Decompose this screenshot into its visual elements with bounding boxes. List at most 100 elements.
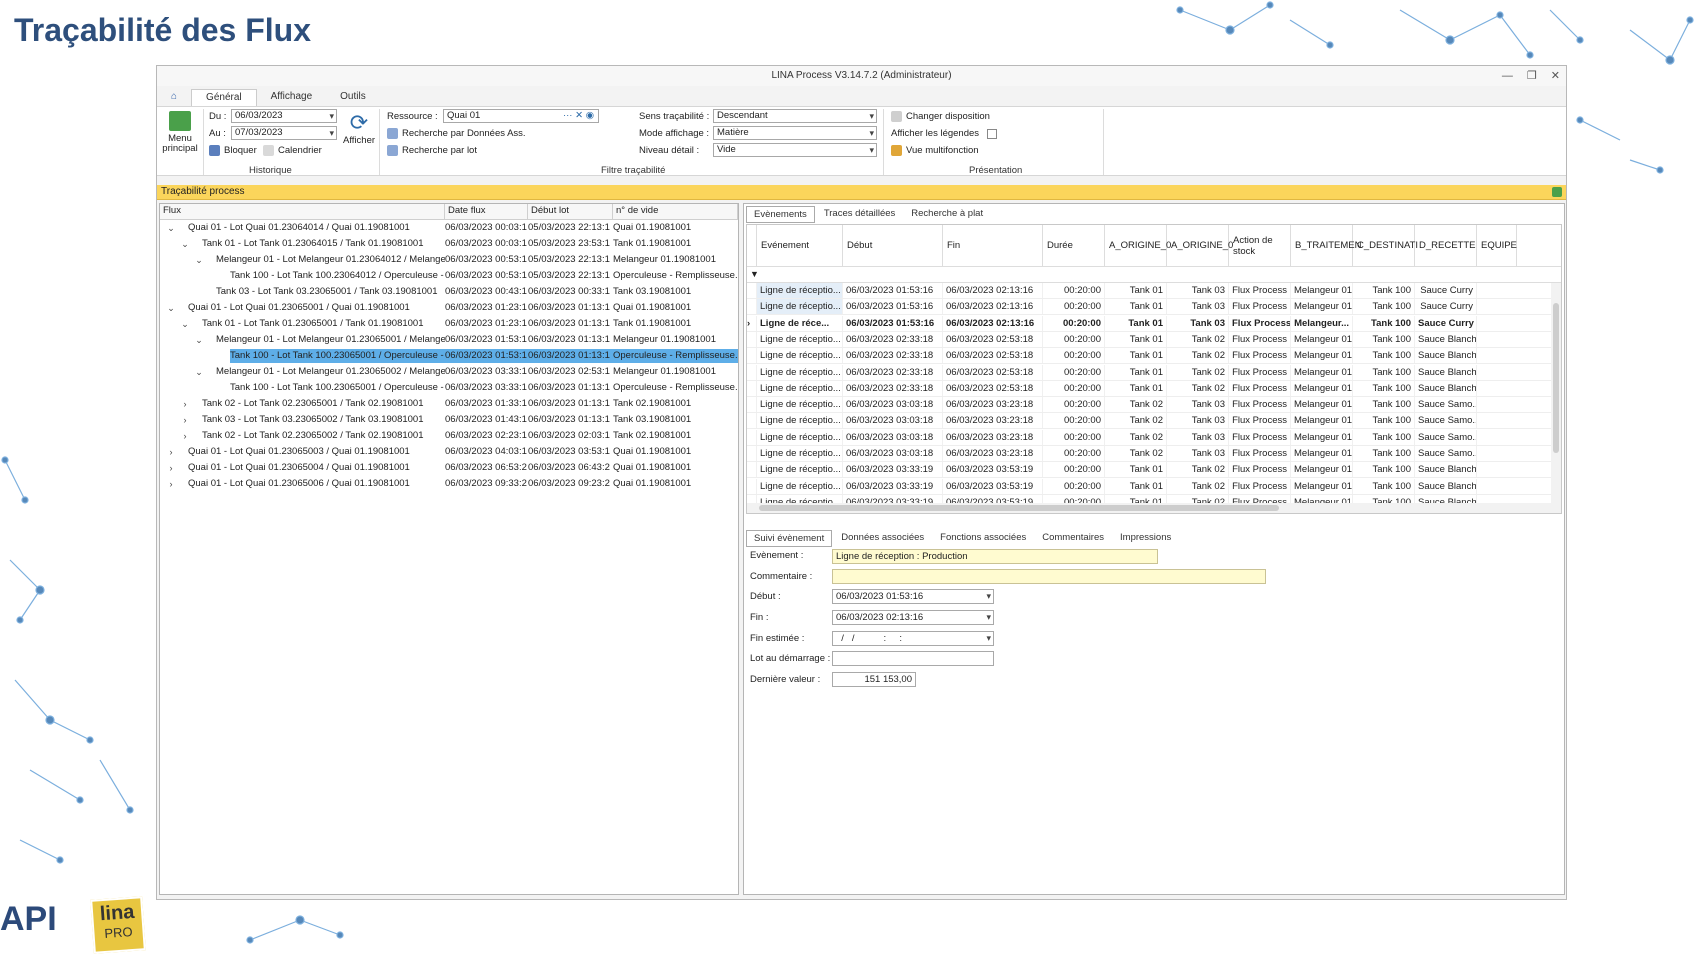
tree-row[interactable]: ⌄ Tank 01 - Lot Tank 01.23064015 / Tank 0…: [160, 236, 738, 252]
filter-icon[interactable]: ▼: [750, 269, 759, 279]
minimize-icon[interactable]: —: [1502, 66, 1513, 86]
grid-header-6[interactable]: Action de stock: [1229, 225, 1291, 266]
filter-row[interactable]: ▼: [747, 267, 1561, 283]
grid-header-8[interactable]: C_DESTINATI: [1353, 225, 1418, 266]
event-row[interactable]: Ligne de réceptio... 06/03/2023 03:03:18 0…: [747, 446, 1561, 462]
afficher-button[interactable]: ⟳ Afficher: [343, 111, 375, 147]
panel-pin-icon[interactable]: [1552, 187, 1562, 197]
grid-header-7[interactable]: B_TRAITEMEN: [1291, 225, 1362, 266]
tree-row[interactable]: ⌄ Melangeur 01 - Lot Melangeur 01.2306401…: [160, 252, 738, 268]
horizontal-scrollbar[interactable]: [747, 503, 1561, 513]
au-date-picker[interactable]: 07/03/2023: [231, 126, 337, 140]
derniere-valeur-field[interactable]: 151 153,00: [832, 672, 916, 687]
collapse-icon[interactable]: ⌄: [180, 236, 190, 252]
tab-donnees-associees[interactable]: Données associées: [834, 530, 931, 547]
tree-row[interactable]: ⌄ Quai 01 - Lot Quai 01.23065001 / Quai 0…: [160, 300, 738, 316]
event-row[interactable]: Ligne de réceptio... 06/03/2023 03:03:18 0…: [747, 429, 1561, 446]
vue-multifonction-button[interactable]: Vue multifonction: [891, 145, 979, 156]
menu-principal-button[interactable]: Menu principal: [161, 111, 199, 154]
collapse-icon[interactable]: ⌄: [180, 316, 190, 332]
commentaire-field[interactable]: [832, 569, 1266, 584]
tab-suivi-evenement[interactable]: Suivi évènement: [746, 530, 833, 547]
collapse-icon[interactable]: ⌄: [166, 220, 176, 236]
lot-demarrage-field[interactable]: [832, 651, 994, 666]
tree-row[interactable]: ⌄ Tank 01 - Lot Tank 01.23065001 / Tank 0…: [160, 316, 738, 332]
event-row[interactable]: Ligne de réceptio... 06/03/2023 03:03:18 0…: [747, 413, 1561, 430]
expand-icon[interactable]: ›: [180, 396, 190, 412]
grid-header-1[interactable]: Début: [843, 225, 943, 266]
du-date-picker[interactable]: 06/03/2023: [231, 109, 337, 123]
tab-outils[interactable]: Outils: [326, 89, 380, 105]
tree-row[interactable]: ⌄ Melangeur 01 - Lot Melangeur 01.2306500…: [160, 364, 738, 380]
event-row[interactable]: Ligne de réceptio... 06/03/2023 03:03:18 0…: [747, 397, 1561, 414]
grid-header-10[interactable]: EQUIPE: [1477, 225, 1517, 266]
tree-row[interactable]: ⌄ Quai 01 - Lot Quai 01.23064014 / Quai 0…: [160, 220, 738, 236]
header-flux[interactable]: Flux: [160, 204, 445, 219]
tree-row[interactable]: › Tank 02 - Lot Tank 02.23065001 / Tank 0…: [160, 396, 738, 412]
event-row[interactable]: › Ligne de réce... 06/03/2023 01:53:16 06/0…: [747, 315, 1561, 332]
grid-header-4[interactable]: A_ORIGINE_0: [1105, 225, 1171, 266]
grid-header-5[interactable]: A_ORIGINE_0: [1167, 225, 1233, 266]
close-icon[interactable]: ✕: [1551, 66, 1560, 86]
tree-row[interactable]: Tank 100 - Lot Tank 100.23065001 / Operc…: [160, 380, 738, 396]
restore-icon[interactable]: ❐: [1527, 66, 1537, 86]
fin-field[interactable]: 06/03/2023 02:13:16: [832, 610, 994, 625]
niveau-select[interactable]: Vide: [713, 143, 877, 157]
expand-icon[interactable]: ›: [180, 428, 190, 444]
changer-disposition-button[interactable]: Changer disposition: [891, 111, 990, 122]
tree-row[interactable]: Tank 100 - Lot Tank 100.23065001 / Operc…: [160, 348, 738, 364]
tab-recherche-a-plat[interactable]: Recherche à plat: [904, 206, 990, 223]
mode-select[interactable]: Matière: [713, 126, 877, 140]
tree-row[interactable]: Tank 03 - Lot Tank 03.23065001 / Tank 03…: [160, 284, 738, 300]
collapse-icon[interactable]: ⌄: [194, 332, 204, 348]
recherche-donnees-button[interactable]: Recherche par Données Ass.: [387, 128, 526, 139]
event-row[interactable]: Ligne de réceptio... 06/03/2023 02:33:18 0…: [747, 364, 1561, 381]
grid-header-3[interactable]: Durée: [1043, 225, 1105, 266]
debut-field[interactable]: 06/03/2023 01:53:16: [832, 589, 994, 604]
tree-row[interactable]: › Quai 01 - Lot Quai 01.23065003 / Quai 0…: [160, 444, 738, 460]
event-row[interactable]: Ligne de réceptio... 06/03/2023 02:33:18 0…: [747, 380, 1561, 397]
collapse-icon[interactable]: ⌄: [194, 364, 204, 380]
tree-row[interactable]: Tank 100 - Lot Tank 100.23064012 / Operc…: [160, 268, 738, 284]
evenement-field[interactable]: Ligne de réception : Production: [832, 549, 1158, 564]
recherche-lot-button[interactable]: Recherche par lot: [387, 145, 477, 156]
expand-icon[interactable]: ›: [166, 476, 176, 492]
expand-icon[interactable]: ›: [166, 460, 176, 476]
event-row[interactable]: Ligne de réceptio... 06/03/2023 01:53:16 0…: [747, 283, 1561, 299]
header-debut-lot[interactable]: Début lot: [528, 204, 613, 219]
sens-select[interactable]: Descendant: [713, 109, 877, 123]
tree-row[interactable]: › Quai 01 - Lot Quai 01.23065004 / Quai 0…: [160, 460, 738, 476]
calendrier-button[interactable]: Calendrier: [263, 145, 322, 156]
header-date-flux[interactable]: Date flux: [445, 204, 528, 219]
tab-evenements[interactable]: Evènements: [746, 206, 815, 223]
event-row[interactable]: Ligne de réceptio... 06/03/2023 01:53:16 0…: [747, 299, 1561, 316]
tab-general[interactable]: Général: [191, 88, 257, 106]
grid-header-9[interactable]: D_RECETTE: [1415, 225, 1477, 266]
collapse-icon[interactable]: ⌄: [166, 300, 176, 316]
tree-row[interactable]: ⌄ Melangeur 01 - Lot Melangeur 01.2306500…: [160, 332, 738, 348]
tab-commentaires[interactable]: Commentaires: [1035, 530, 1111, 547]
tree-row[interactable]: › Tank 03 - Lot Tank 03.23065002 / Tank 0…: [160, 412, 738, 428]
home-icon[interactable]: ⌂: [157, 89, 191, 105]
expand-icon[interactable]: ›: [180, 412, 190, 428]
fin-estimee-field[interactable]: / / : :: [832, 631, 994, 646]
clear-icon[interactable]: ··· ✕ ◉: [563, 110, 594, 122]
event-row[interactable]: Ligne de réceptio...06/03/2023 03:33:190…: [747, 478, 1561, 495]
tree-row[interactable]: › Quai 01 - Lot Quai 01.23065006 / Quai 0…: [160, 476, 738, 492]
tree-row[interactable]: › Tank 02 - Lot Tank 02.23065002 / Tank 0…: [160, 428, 738, 444]
event-row[interactable]: Ligne de réceptio... 06/03/2023 02:33:18 0…: [747, 331, 1561, 348]
tab-impressions[interactable]: Impressions: [1113, 530, 1178, 547]
tab-traces-detaillees[interactable]: Traces détaillées: [817, 206, 902, 223]
header-n-vide[interactable]: n° de vide: [613, 204, 738, 219]
bloquer-button[interactable]: Bloquer: [209, 145, 257, 156]
vertical-scrollbar[interactable]: [1551, 283, 1561, 503]
grid-header-2[interactable]: Fin: [943, 225, 1043, 266]
tab-fonctions-associees[interactable]: Fonctions associées: [933, 530, 1033, 547]
ressource-input[interactable]: Quai 01 ··· ✕ ◉: [443, 109, 599, 123]
expand-icon[interactable]: ›: [166, 444, 176, 460]
tab-affichage[interactable]: Affichage: [257, 89, 327, 105]
legendes-checkbox[interactable]: [987, 128, 998, 139]
event-row[interactable]: Ligne de réceptio...06/03/2023 03:33:190…: [747, 462, 1561, 479]
grid-header-0[interactable]: Evénement: [757, 225, 843, 266]
collapse-icon[interactable]: ⌄: [194, 252, 204, 268]
